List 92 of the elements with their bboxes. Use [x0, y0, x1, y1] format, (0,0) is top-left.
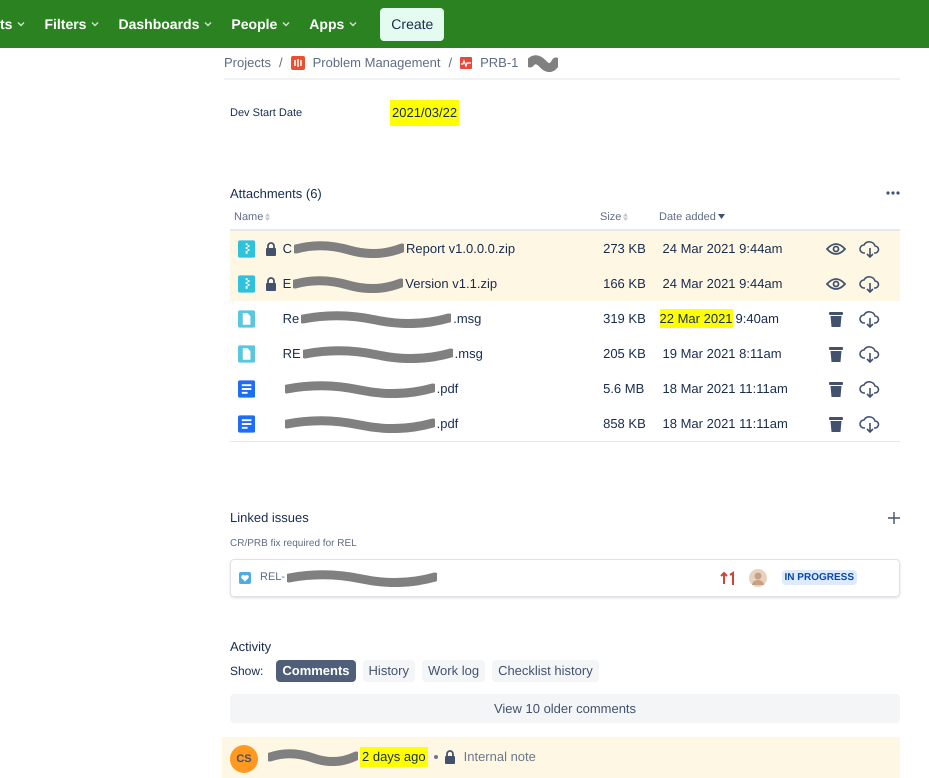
activity-tab[interactable]: Work log: [422, 660, 486, 682]
date-added: 9:40am: [736, 310, 779, 328]
download-button[interactable]: [859, 274, 882, 292]
lock-icon: [444, 750, 456, 764]
comment-time: 2 days ago: [360, 747, 428, 766]
link-relation-label: CR/PRB fix required for REL: [230, 536, 358, 550]
date-added: 18 Mar 2021 11:11am: [662, 414, 788, 433]
date-added: 19 Mar 2021 8:11am: [662, 344, 782, 363]
nav-menu-item[interactable]: Dashboards: [118, 14, 214, 34]
file-size: 858 KB: [603, 414, 647, 433]
activity-tab[interactable]: Checklist history: [492, 660, 599, 682]
chevron-down-icon: [203, 19, 214, 29]
download-button[interactable]: [859, 414, 882, 432]
download-button[interactable]: [859, 380, 882, 398]
nav-menu-item[interactable]: Filters: [44, 14, 100, 34]
breadcrumb-link[interactable]: Problem Management: [312, 53, 440, 73]
delete-button[interactable]: [828, 346, 843, 362]
file-name[interactable]: Report v1.0.0.0.zip: [406, 238, 516, 258]
delete-button[interactable]: [828, 416, 843, 432]
nav-menu-item[interactable]: Apps: [309, 14, 358, 34]
add-link-button[interactable]: [888, 512, 900, 524]
file-size: 205 KB: [603, 344, 647, 363]
column-header[interactable]: Size: [600, 208, 659, 225]
visibility-label: Internal note: [464, 748, 536, 766]
delete-button[interactable]: [828, 380, 843, 396]
lock-icon: [265, 276, 278, 290]
download-button[interactable]: [859, 240, 882, 258]
chevron-down-icon: [16, 19, 26, 29]
download-button[interactable]: [859, 310, 882, 328]
document-file-icon: [238, 344, 256, 362]
delete-button[interactable]: [828, 310, 843, 326]
story-icon: [239, 572, 251, 584]
breadcrumb-link[interactable]: Projects: [224, 53, 271, 73]
issue-key: REL-: [260, 569, 286, 586]
text-file-icon: [238, 380, 256, 398]
archive-file-icon: [238, 274, 256, 292]
issue-type-icon: [460, 57, 472, 69]
lock-icon: [265, 242, 278, 256]
file-name[interactable]: .msg: [453, 308, 482, 328]
status-lozenge: IN PROGRESS: [782, 570, 857, 585]
file-size: 273 KB: [603, 240, 647, 258]
chevron-down-icon: [281, 19, 292, 29]
date-added: 18 Mar 2021 11:11am: [662, 380, 788, 398]
file-size: 166 KB: [603, 274, 647, 293]
section-title: Activity: [230, 638, 272, 656]
date-added: 24 Mar 2021 9:44am: [662, 274, 782, 293]
file-name-start: E: [282, 274, 292, 293]
redaction-scribble: [528, 54, 558, 72]
file-name[interactable]: .pdf: [436, 378, 458, 398]
breadcrumb-link[interactable]: PRB-1: [480, 53, 518, 73]
nav-menu-item[interactable]: ts: [0, 14, 26, 34]
activity-tab[interactable]: History: [362, 660, 415, 682]
file-name[interactable]: .pdf: [436, 414, 458, 434]
document-file-icon: [238, 310, 256, 328]
user-avatar: CS: [230, 745, 258, 773]
section-title: Attachments (6): [230, 184, 322, 203]
breadcrumb-separator: /: [278, 54, 283, 72]
text-file-icon: [238, 414, 256, 432]
file-name[interactable]: Version v1.1.zip: [405, 274, 498, 294]
column-header[interactable]: Date added: [659, 208, 725, 225]
archive-file-icon: [238, 240, 256, 258]
file-size: 5.6 MB: [603, 380, 646, 398]
field-label: Dev Start Date: [230, 106, 304, 120]
activity-tab[interactable]: Comments: [276, 660, 356, 682]
column-header[interactable]: Name: [234, 208, 600, 225]
breadcrumb-separator: /: [448, 54, 452, 72]
view-older-comments-button[interactable]: View 10 older comments: [230, 694, 900, 723]
show-label: Show:: [230, 663, 264, 680]
preview-button[interactable]: [826, 242, 846, 256]
more-options-button[interactable]: [886, 191, 900, 196]
highlighted-date: 22 Mar 2021: [660, 308, 733, 328]
file-name-start: C: [282, 240, 292, 258]
field-value: 2021/03/22: [390, 100, 460, 126]
chevron-down-icon: [348, 19, 358, 29]
download-button[interactable]: [859, 344, 882, 362]
preview-button[interactable]: [826, 276, 846, 290]
linked-issue-card[interactable]: REL- IN PROGRESS: [230, 558, 900, 596]
avatar-icon: [748, 568, 767, 586]
file-name-start: Re: [282, 310, 300, 328]
file-size: 319 KB: [603, 310, 647, 328]
nav-menu-item[interactable]: People: [231, 14, 292, 34]
sort-icon: [623, 212, 628, 221]
file-name-start: RE: [282, 344, 301, 363]
section-title: Linked issues: [230, 509, 309, 527]
sort-descending-icon: [718, 214, 725, 220]
file-name[interactable]: .msg: [454, 344, 483, 364]
create-button[interactable]: Create: [380, 8, 444, 40]
separator-dot-icon: [434, 754, 438, 759]
project-icon: [290, 56, 305, 70]
date-added: 24 Mar 2021 9:44am: [662, 240, 782, 258]
chevron-down-icon: [90, 19, 100, 29]
sort-icon: [265, 212, 270, 221]
